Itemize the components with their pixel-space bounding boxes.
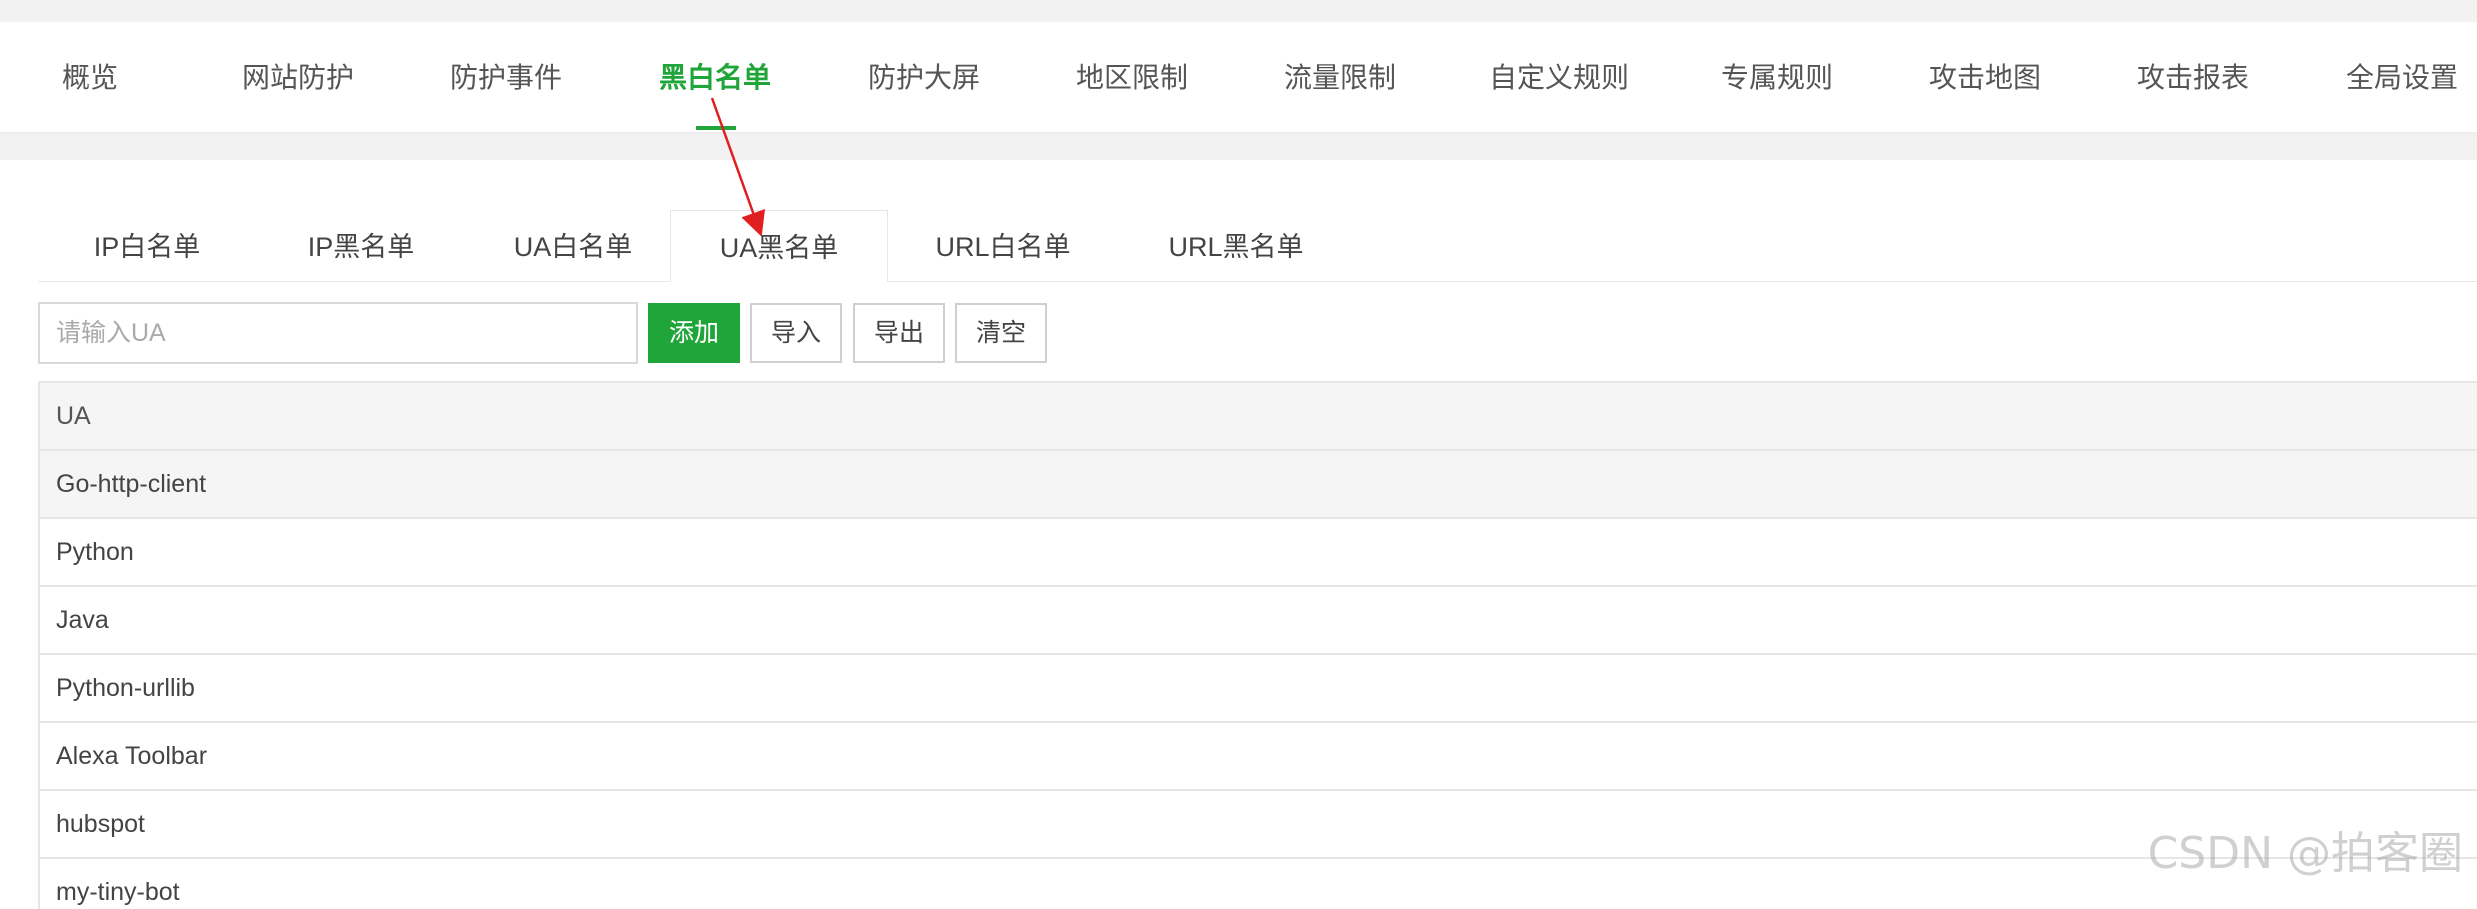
table-row[interactable]: Java [40, 587, 2477, 655]
ua-blacklist-table: UA Go-http-client Python Java Python-url… [38, 381, 2477, 909]
table-row[interactable]: Alexa Toolbar [40, 723, 2477, 791]
watermark: CSDN @拍客圈 [2147, 828, 2463, 879]
table-row[interactable]: Python [40, 519, 2477, 587]
tab-ip-blacklist[interactable]: IP黑名单 [256, 210, 466, 281]
tab-url-whitelist[interactable]: URL白名单 [888, 210, 1118, 281]
nav-item-overview[interactable]: 概览 [62, 22, 118, 132]
table-row[interactable]: Go-http-client [40, 451, 2477, 519]
add-button[interactable]: 添加 [648, 303, 740, 363]
tab-ip-whitelist[interactable]: IP白名单 [38, 210, 256, 281]
nav-item-attack-report[interactable]: 攻击报表 [2137, 22, 2249, 132]
table-row[interactable]: hubspot [40, 791, 2477, 859]
nav-item-protection-events[interactable]: 防护事件 [450, 22, 562, 132]
export-button[interactable]: 导出 [853, 303, 945, 363]
nav-item-site-protection[interactable]: 网站防护 [242, 22, 354, 132]
nav-item-traffic-limit[interactable]: 流量限制 [1284, 22, 1396, 132]
nav-item-region-limit[interactable]: 地区限制 [1076, 22, 1188, 132]
nav-item-custom-rules[interactable]: 自定义规则 [1489, 22, 1629, 132]
tab-ua-whitelist[interactable]: UA白名单 [466, 210, 680, 281]
import-button[interactable]: 导入 [750, 303, 842, 363]
nav-item-black-white-list[interactable]: 黑白名单 [659, 22, 771, 132]
list-type-tabs: IP白名单 IP黑名单 UA白名单 UA黑名单 URL白名单 URL黑名单 [38, 210, 2477, 282]
nav-item-attack-map[interactable]: 攻击地图 [1929, 22, 2041, 132]
nav-item-exclusive-rules[interactable]: 专属规则 [1721, 22, 1833, 132]
tab-ua-blacklist[interactable]: UA黑名单 [670, 210, 888, 282]
table-header-ua: UA [40, 383, 2477, 451]
page: 概览 网站防护 防护事件 黑白名单 防护大屏 地区限制 流量限制 自定义规则 专… [0, 0, 2477, 909]
table-row[interactable]: my-tiny-bot [40, 859, 2477, 909]
main-panel: IP白名单 IP黑名单 UA白名单 UA黑名单 URL白名单 URL黑名单 添加… [0, 160, 2477, 909]
nav-item-protection-screen[interactable]: 防护大屏 [868, 22, 980, 132]
table-row[interactable]: Python-urllib [40, 655, 2477, 723]
active-nav-indicator [696, 126, 736, 130]
tab-url-blacklist[interactable]: URL黑名单 [1118, 210, 1354, 281]
nav-item-global-settings[interactable]: 全局设置 [2346, 22, 2458, 132]
clear-button[interactable]: 清空 [955, 303, 1047, 363]
ua-input[interactable] [38, 302, 638, 364]
top-nav: 概览 网站防护 防护事件 黑白名单 防护大屏 地区限制 流量限制 自定义规则 专… [0, 22, 2477, 132]
